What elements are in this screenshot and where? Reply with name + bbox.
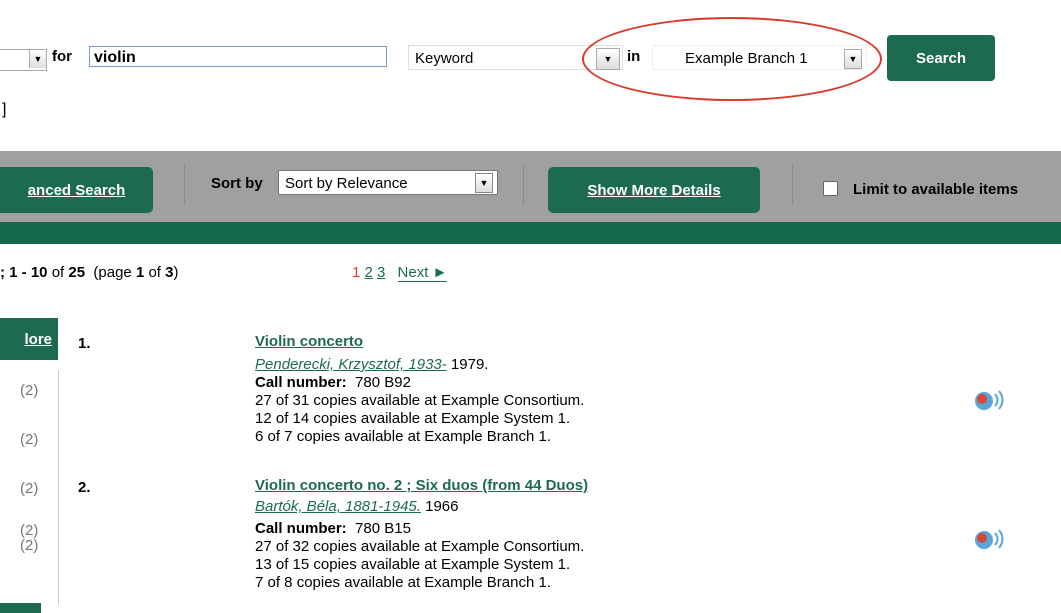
availability-line: 12 of 14 copies available at Example Sys…	[255, 410, 571, 427]
page-3-link[interactable]: 3	[377, 264, 385, 281]
limit-available-label[interactable]: Limit to available items	[853, 181, 1018, 198]
advanced-search-button[interactable]: anced Search	[0, 167, 153, 213]
availability-line: 7 of 8 copies available at Example Branc…	[255, 574, 552, 591]
facet-more-button-partial[interactable]	[0, 603, 41, 613]
facet-more-button[interactable]: lore	[0, 318, 58, 360]
result-author-link[interactable]: Bartók, Béla, 1881-1945.	[255, 498, 421, 515]
result-title-link[interactable]: Violin concerto no. 2 ; Six duos (from 4…	[255, 477, 588, 494]
result-title: Violin concerto no. 2 ; Six duos (from 4…	[255, 477, 588, 495]
search-type-select[interactable]: ▼	[0, 49, 47, 71]
toolbar-divider	[792, 165, 793, 205]
for-label: for	[52, 48, 72, 65]
next-page-link[interactable]: Next ►	[397, 264, 448, 282]
show-more-details-button[interactable]: Show More Details	[548, 167, 760, 213]
toolbar-divider	[523, 165, 524, 205]
search-input[interactable]: violin	[89, 46, 387, 67]
pagination: 1 2 3 Next ►	[352, 264, 448, 282]
facet-count[interactable]: (2)	[20, 382, 38, 399]
result-number: 2.	[78, 479, 91, 496]
sort-label: Sort by	[211, 175, 263, 192]
page-2-link[interactable]: 2	[365, 264, 373, 281]
limit-available-checkbox[interactable]	[823, 181, 838, 196]
dropdown-arrow-icon: ▼	[29, 50, 46, 68]
current-page: 1	[352, 264, 361, 281]
facet-divider	[58, 370, 59, 605]
toolbar-divider	[184, 165, 185, 205]
availability-line: 27 of 31 copies available at Example Con…	[255, 392, 585, 409]
annotation-ellipse	[582, 17, 882, 101]
stray-bracket: ]	[2, 101, 7, 118]
availability-line: 6 of 7 copies available at Example Branc…	[255, 428, 552, 445]
facet-count[interactable]: (2)	[20, 537, 38, 554]
result-author-link[interactable]: Penderecki, Krzysztof, 1933-	[255, 356, 447, 373]
toolbar-stripe	[0, 222, 1061, 244]
result-title-link[interactable]: Violin concerto	[255, 333, 363, 350]
result-author-line: Bartók, Béla, 1881-1945. 1966	[255, 498, 459, 515]
sound-recording-icon	[975, 390, 1004, 410]
availability-line: 27 of 32 copies available at Example Con…	[255, 538, 585, 555]
sort-select-value: Sort by Relevance	[285, 175, 408, 192]
result-summary: ; 1 - 10 of 25 (page 1 of 3)	[0, 264, 179, 281]
result-number: 1.	[78, 335, 91, 352]
facet-count[interactable]: (2)	[20, 431, 38, 448]
facet-count[interactable]: (2)	[20, 480, 38, 497]
call-number: Call number: 780 B92	[255, 374, 411, 391]
dropdown-arrow-icon: ▼	[475, 173, 493, 193]
availability-line: 13 of 15 copies available at Example Sys…	[255, 556, 571, 573]
sound-recording-icon	[975, 529, 1004, 549]
call-number: Call number: 780 B15	[255, 520, 411, 537]
search-button[interactable]: Search	[887, 35, 995, 81]
result-author-line: Penderecki, Krzysztof, 1933- 1979.	[255, 356, 489, 373]
sort-select[interactable]: Sort by Relevance ▼	[278, 170, 498, 195]
result-title: Violin concerto	[255, 333, 363, 351]
